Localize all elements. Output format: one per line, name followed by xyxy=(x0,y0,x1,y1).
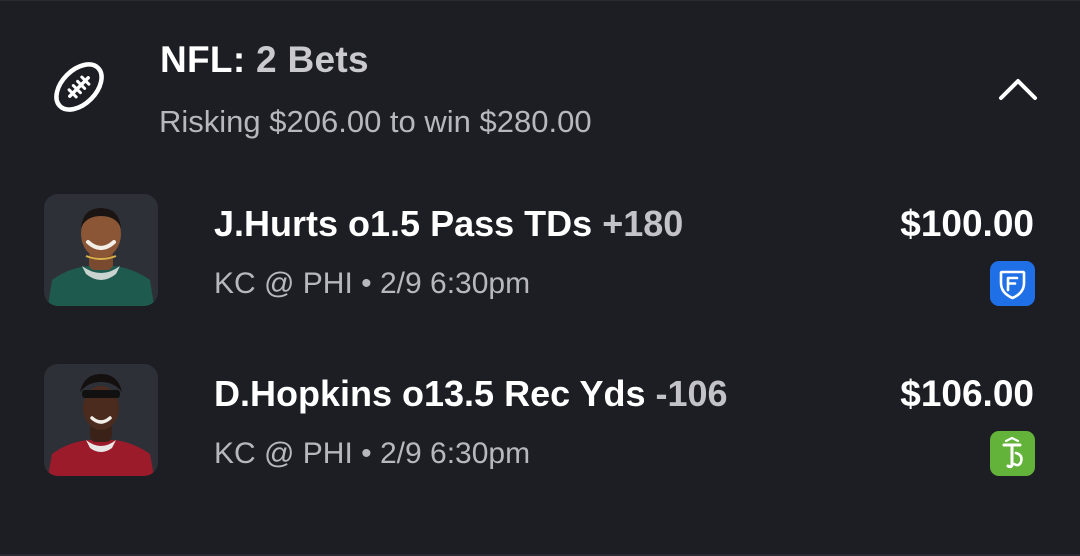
fanduel-logo-icon xyxy=(990,261,1035,306)
game-info: KC @ PHI • 2/9 6:30pm xyxy=(214,437,531,470)
player-avatar xyxy=(44,364,158,476)
stake-amount: $106.00 xyxy=(900,373,1034,414)
bet-pick: D.Hopkins o13.5 Rec Yds -106 xyxy=(214,373,728,415)
pick-label: J.Hurts o1.5 Pass TDs xyxy=(214,203,593,244)
bet-count: 2 Bets xyxy=(256,39,369,80)
group-title: NFL: 2 Bets xyxy=(160,39,369,81)
bet-pick: J.Hurts o1.5 Pass TDs +180 xyxy=(214,203,683,245)
odds-label: -106 xyxy=(655,373,728,414)
collapse-button[interactable] xyxy=(990,63,1046,115)
bet-row[interactable]: D.Hopkins o13.5 Rec Yds -106 KC @ PHI • … xyxy=(0,363,1080,483)
stake-amount: $100.00 xyxy=(900,203,1034,244)
bet-row[interactable]: J.Hurts o1.5 Pass TDs +180 KC @ PHI • 2/… xyxy=(0,193,1080,313)
football-icon xyxy=(48,56,110,118)
chevron-up-icon xyxy=(999,79,1037,100)
game-info: KC @ PHI • 2/9 6:30pm xyxy=(214,267,531,300)
bet-group-card: NFL: 2 Bets Risking $206.00 to win $280.… xyxy=(0,0,1080,556)
odds-label: +180 xyxy=(602,203,684,244)
risk-summary: Risking $206.00 to win $280.00 xyxy=(159,104,592,139)
player-avatar xyxy=(44,194,158,306)
draftkings-logo-icon xyxy=(990,431,1035,476)
league-label: NFL: xyxy=(160,39,246,80)
pick-label: D.Hopkins o13.5 Rec Yds xyxy=(214,373,646,414)
